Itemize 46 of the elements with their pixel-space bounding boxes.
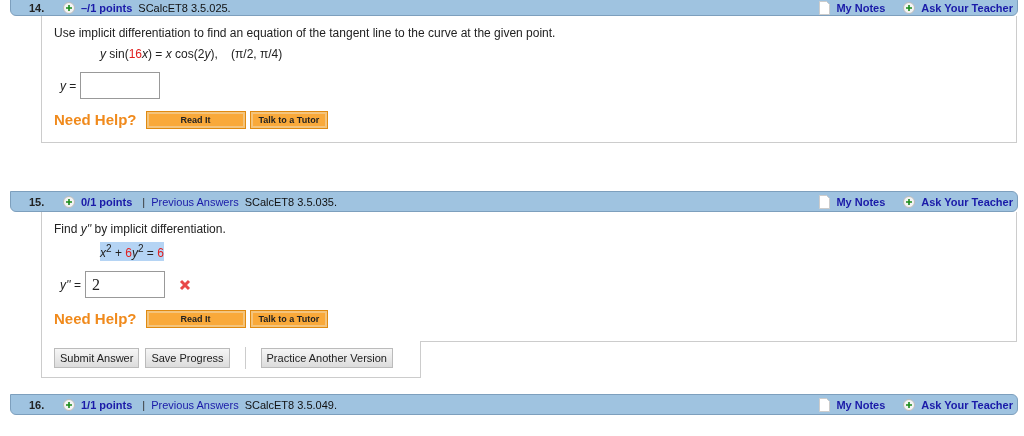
plus-icon[interactable] [903,1,916,14]
equation: y sin(16x) = x cos(2y), (π/2, π/4) [100,46,283,62]
note-icon[interactable] [819,397,831,412]
ask-teacher-link[interactable]: Ask Your Teacher [921,1,1013,14]
my-notes-link[interactable]: My Notes [836,398,886,411]
points-link[interactable]: 1/1 points [81,398,133,411]
note-icon[interactable] [819,0,831,15]
answer-label: y'' = [60,277,81,292]
question-number: 16. [28,398,46,411]
question-prompt: Use implicit differentiation to find an equation of the tangent line to the curve at the given point. [54,26,557,40]
note-icon[interactable] [819,194,831,209]
save-button[interactable]: Save Progress [145,348,230,368]
equation: x$^{2}$ + 6y$^{2}$ = 6 [100,242,164,261]
my-notes-link[interactable]: My Notes [836,195,886,208]
points-link[interactable]: –/1 points [81,1,133,14]
my-notes-link[interactable]: My Notes [836,1,886,14]
read-it-button[interactable]: Read It [146,310,245,327]
plus-icon[interactable] [903,195,916,208]
previous-answers-link[interactable]: Previous Answers [151,195,239,208]
question-number: 15. [28,195,46,208]
plus-icon[interactable] [63,398,75,411]
tutor-button[interactable]: Talk to a Tutor [250,310,328,327]
plus-icon[interactable] [63,1,75,14]
incorrect-icon [178,278,191,291]
points-link[interactable]: 0/1 points [81,195,133,208]
ask-teacher-link[interactable]: Ask Your Teacher [921,195,1013,208]
submit-button[interactable]: Submit Answer [54,348,140,368]
plus-icon[interactable] [903,398,916,411]
previous-answers-link[interactable]: Previous Answers [151,398,239,411]
need-help-label: Need Help? [54,310,137,327]
separator: | [142,398,146,411]
separator: | [142,195,146,208]
question-source: SCalcET8 3.5.049. [244,398,337,411]
practice-button[interactable]: Practice Another Version [260,348,393,368]
question-number: 14. [28,1,46,14]
ask-teacher-link[interactable]: Ask Your Teacher [921,398,1013,411]
question-source: SCalcET8 3.5.035. [244,195,337,208]
answer-label: y = [60,78,77,93]
read-it-button[interactable]: Read It [146,111,245,128]
tutor-button[interactable]: Talk to a Tutor [250,111,328,128]
plus-icon[interactable] [63,195,75,208]
answer-field[interactable]: 2 [84,271,165,298]
question-prompt: Find y'' by implicit differentiation. [54,222,227,236]
question-source: SCalcET8 3.5.025. [138,1,231,14]
need-help-label: Need Help? [54,111,137,128]
answer-field[interactable] [80,72,161,99]
